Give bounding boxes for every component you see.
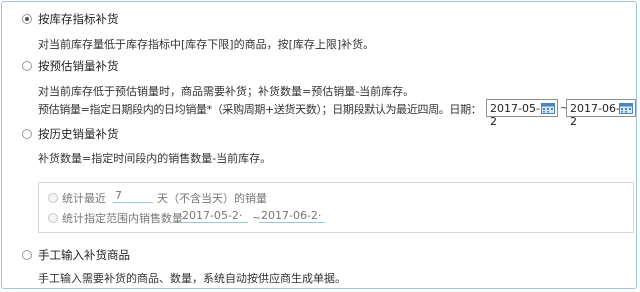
replenishment-options-panel: 按库存指标补货 对当前库存量低于库存指标中[库存下限]的商品，按[库存上限]补货… [1, 1, 637, 289]
forecast-date-to-field[interactable]: 2017-06-2 [566, 99, 636, 128]
option-desc-by-forecast-2: 预估销量=指定日期段内的日均销量*（采购周期+送货天数）；日期段默认为最近四周。… [38, 103, 482, 116]
history-date-from-value: 2017-05-2· [182, 209, 243, 222]
recent-days-suffix: 天（不含当天）的销量 [157, 192, 267, 205]
option-desc-manual: 手工输入需要补货的商品、数量，系统自动按供应商生成单据。 [38, 272, 346, 285]
forecast-date-from-field[interactable]: 2017-05-2 [486, 99, 558, 128]
option-desc-by-forecast-1: 对当前库存低于预估销量时，商品需要补货；补货数量=预估销量-当前库存。 [38, 85, 415, 98]
calendar-icon[interactable] [619, 102, 633, 114]
radio-manual[interactable] [22, 250, 32, 260]
history-date-to-value: 2017-06-2· [261, 209, 322, 222]
radio-date-range[interactable] [48, 213, 58, 223]
option-desc-by-history: 补货数量=指定时间段内的销售数量-当前库存。 [38, 152, 272, 165]
history-date-to-input[interactable]: 2017-06-2· [259, 209, 325, 223]
option-desc-by-stock-index: 对当前库存量低于库存指标中[库存下限]的商品，按[库存上限]补货。 [38, 38, 375, 51]
radio-by-history[interactable] [22, 129, 32, 139]
radio-by-stock-index[interactable] [22, 14, 32, 24]
radio-by-forecast[interactable] [22, 61, 32, 71]
radio-recent-days[interactable] [48, 193, 58, 203]
history-sub-options: 统计最近 7 天（不含当天）的销量 统计指定范围内销售数量 2017-05-2·… [38, 182, 634, 233]
history-date-from-input[interactable]: 2017-05-2· [180, 209, 248, 223]
option-label-by-stock-index[interactable]: 按库存指标补货 [38, 11, 119, 27]
recent-days-prefix: 统计最近 [62, 192, 106, 205]
option-label-manual[interactable]: 手工输入补货商品 [38, 247, 130, 263]
forecast-date-from-value: 2017-05-2 [490, 102, 540, 128]
forecast-date-to-value: 2017-06-2 [570, 102, 620, 128]
calendar-icon[interactable] [541, 102, 555, 114]
option-label-by-history[interactable]: 按历史销量补货 [38, 126, 119, 142]
option-label-by-forecast[interactable]: 按预估销量补货 [38, 58, 119, 74]
recent-days-input[interactable]: 7 [113, 189, 153, 203]
date-range-label: 统计指定范围内销售数量 [62, 212, 183, 225]
recent-days-value: 7 [115, 189, 122, 202]
